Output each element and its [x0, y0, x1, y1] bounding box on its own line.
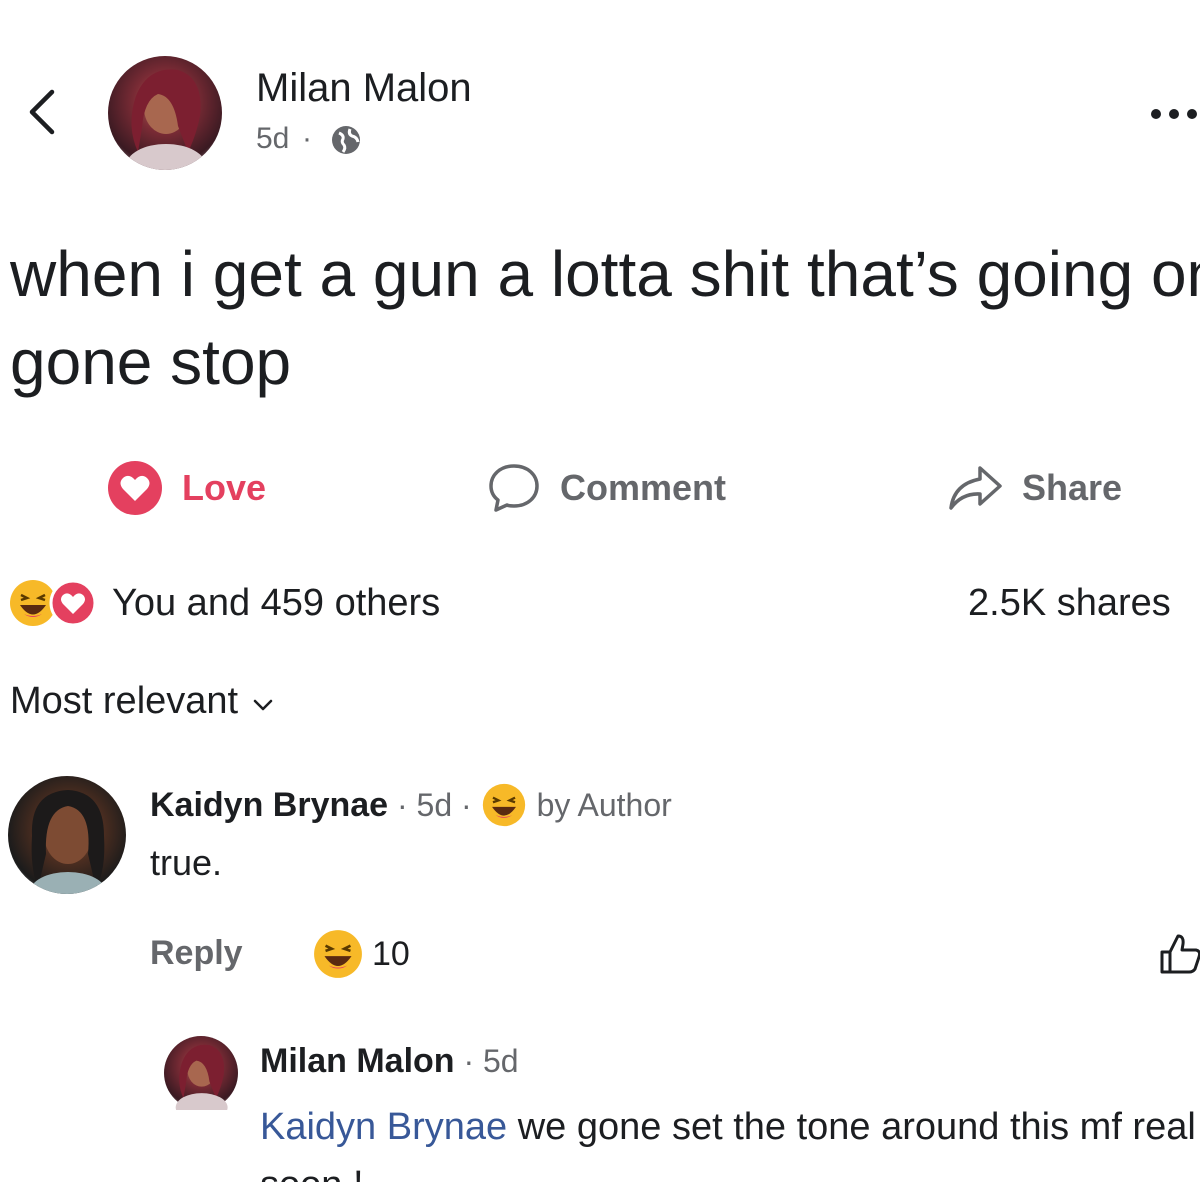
meta-separator: · — [452, 786, 481, 823]
reply-time: 5d — [483, 1043, 519, 1079]
author-name[interactable]: Milan Malon — [256, 66, 472, 111]
reply-button[interactable]: Reply — [150, 934, 243, 973]
haha-reaction-icon — [481, 782, 527, 828]
love-button[interactable]: Love — [106, 458, 266, 518]
comment-filter-dropdown[interactable]: Most relevant — [10, 680, 274, 723]
share-button[interactable]: Share — [946, 458, 1122, 518]
back-arrow-icon[interactable] — [24, 86, 60, 138]
mention-link[interactable]: Kaidyn Brynae — [260, 1106, 507, 1148]
author-reaction-badge: by Author — [536, 786, 672, 823]
globe-icon — [330, 124, 362, 156]
author-avatar[interactable] — [108, 56, 222, 170]
comment-header: Kaidyn Brynae · 5d · by Author — [150, 782, 672, 828]
reply-author-avatar[interactable] — [164, 1036, 238, 1110]
like-thumb-icon[interactable] — [1158, 932, 1200, 976]
share-label: Share — [1022, 467, 1123, 508]
reply-text: Kaidyn Brynae we gone set the tone aroun… — [260, 1098, 1200, 1182]
more-options-icon[interactable] — [1148, 104, 1200, 124]
meta-separator: · — [454, 1043, 483, 1079]
comment-time: 5d — [416, 786, 453, 823]
love-reaction-icon — [48, 578, 98, 628]
love-label: Love — [182, 467, 267, 508]
commenter-avatar[interactable] — [8, 776, 126, 894]
comment-reactions[interactable]: 10 — [312, 928, 410, 980]
shares-count[interactable]: 2.5K shares — [968, 582, 1171, 625]
comment-bubble-icon — [486, 460, 542, 516]
filter-label: Most relevant — [10, 680, 239, 722]
post-view: Milan Malon 5d · when i get a gun a lott… — [0, 0, 1200, 1182]
reaction-summary[interactable]: You and 459 others — [8, 578, 440, 628]
meta-separator: · — [302, 122, 312, 155]
comment-author-name[interactable]: Kaidyn Brynae — [150, 786, 388, 825]
reply-header: Milan Malon · 5d — [260, 1042, 519, 1081]
reply-author-name[interactable]: Milan Malon — [260, 1042, 455, 1081]
comment-label: Comment — [560, 467, 727, 508]
comment-reaction-count: 10 — [372, 934, 410, 973]
post-time: 5d — [256, 122, 290, 155]
comment-text: true. — [150, 842, 223, 883]
reactions-count-text: You and 459 others — [112, 581, 441, 624]
love-reaction-icon — [106, 459, 164, 517]
haha-reaction-icon — [312, 928, 364, 980]
chevron-down-icon — [252, 697, 274, 713]
meta-separator: · — [388, 786, 417, 823]
post-text: when i get a gun a lotta shit that’s goi… — [10, 238, 1200, 398]
comment-button[interactable]: Comment — [486, 458, 726, 518]
share-arrow-icon — [946, 462, 1004, 514]
